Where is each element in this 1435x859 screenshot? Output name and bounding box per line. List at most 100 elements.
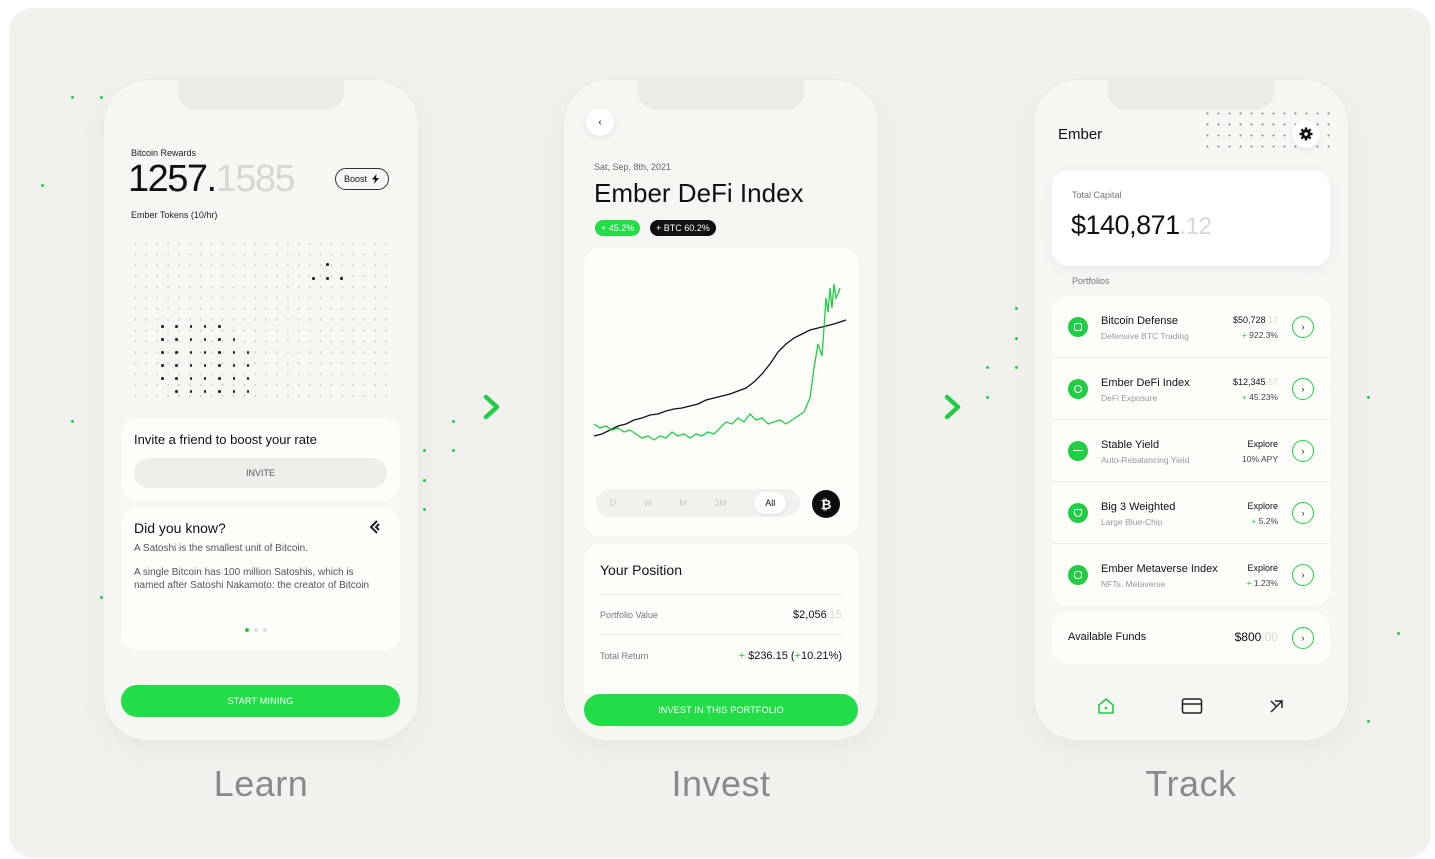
change-value: 10% APY xyxy=(1242,454,1278,464)
grid-dot xyxy=(218,338,221,341)
btc-compare-badge: + BTC 60.2% xyxy=(650,220,716,236)
decor-dot xyxy=(452,449,455,452)
change-value: 5.2% xyxy=(1258,516,1278,526)
decor-dot xyxy=(1015,366,1018,369)
grid-dot xyxy=(175,377,178,380)
pager-dot[interactable] xyxy=(245,628,249,632)
wallet-icon[interactable] xyxy=(1181,697,1203,715)
boost-button[interactable]: Boost xyxy=(335,168,389,190)
decor-dot xyxy=(986,366,989,369)
range-all[interactable]: All xyxy=(754,492,787,514)
trend-arrow-icon[interactable] xyxy=(1268,697,1286,715)
ember-defi-icon xyxy=(1068,379,1088,399)
change-sign: + xyxy=(1251,516,1257,526)
range-d[interactable]: D xyxy=(610,498,617,508)
decor-dot xyxy=(452,420,455,423)
grid-dot xyxy=(218,364,221,367)
big-3-weighted-icon xyxy=(1068,503,1088,523)
grid-dot xyxy=(340,277,343,280)
settings-button[interactable] xyxy=(1292,120,1320,148)
portfolio-row[interactable]: Ember DeFi Index DeFi Exposure $12,345.6… xyxy=(1052,358,1330,420)
dyk-paragraph-2: A single Bitcoin has 100 million Satoshi… xyxy=(134,567,370,591)
portfolio-value-int: $12,345 xyxy=(1232,377,1266,387)
grid-dot xyxy=(161,351,164,354)
grid-dot xyxy=(189,364,193,367)
grid-dot xyxy=(232,338,235,341)
decor-dot xyxy=(423,508,426,511)
decor-dot xyxy=(100,596,103,599)
gear-icon xyxy=(1299,127,1313,141)
grid-dot xyxy=(161,377,164,380)
open-portfolio-button[interactable]: › xyxy=(1292,564,1314,586)
grid-dot xyxy=(175,390,178,393)
open-portfolio-button[interactable]: › xyxy=(1292,316,1314,338)
dyk-paragraph-1: A Satoshi is the smallest unit of Bitcoi… xyxy=(134,543,308,554)
grid-dot xyxy=(218,390,221,393)
portfolio-row[interactable]: Bitcoin Defense Defensive BTC Trading $5… xyxy=(1052,296,1330,358)
available-funds-value: $800.00 xyxy=(1235,630,1278,644)
chevron-right-icon xyxy=(944,394,961,420)
invite-card: Invite a friend to boost your rate INVIT… xyxy=(121,418,400,500)
grid-dot xyxy=(312,277,315,280)
range-m[interactable]: M xyxy=(679,498,687,508)
grid-dot xyxy=(189,390,193,393)
position-title: Your Position xyxy=(600,562,682,578)
rewards-frac: 1585 xyxy=(215,158,296,200)
invite-title: Invite a friend to boost your rate xyxy=(134,432,317,447)
bottom-nav xyxy=(1034,676,1348,736)
total-capital-card: Total Capital $140,871.12 xyxy=(1052,170,1330,266)
index-line xyxy=(593,283,841,441)
portfolio-row[interactable]: Ember Metaverse Index NFTs, Metaverse Ex… xyxy=(1052,544,1330,606)
total-return-row: Total Return + $236.15 (+10.21%) xyxy=(600,634,842,676)
portfolio-name: Bitcoin Defense xyxy=(1101,315,1179,327)
total-capital-frac: .12 xyxy=(1179,213,1212,240)
portfolio-value-int: Explore xyxy=(1247,501,1278,511)
open-portfolio-button[interactable]: › xyxy=(1292,440,1314,462)
back-button[interactable]: ‹ xyxy=(586,108,614,136)
range-3m[interactable]: 3M xyxy=(714,498,727,508)
total-return-label: Total Return xyxy=(600,650,649,661)
invite-button[interactable]: INVITE xyxy=(134,458,387,488)
portfolio-value-frac: .15 xyxy=(826,608,842,621)
range-w[interactable]: W xyxy=(644,498,653,508)
decor-dot xyxy=(1397,632,1400,635)
caption-invest: Invest xyxy=(671,763,771,804)
portfolio-subtitle: Auto-Rebalancing Yield xyxy=(1101,455,1190,465)
your-position-card: Your Position Portfolio Value $2,056.15 … xyxy=(584,544,858,694)
did-you-know-card: Did you know? A Satoshi is the smallest … xyxy=(121,508,400,650)
grid-dot xyxy=(246,390,250,393)
portfolio-subtitle: Large Blue-Chip xyxy=(1101,517,1163,527)
grid-dot xyxy=(232,364,235,367)
range-selector[interactable]: D W M 3M All xyxy=(596,489,800,517)
phone-notch xyxy=(178,80,344,110)
pager-dot[interactable] xyxy=(263,628,267,632)
open-funds-button[interactable]: › xyxy=(1292,627,1314,649)
change-value: 1.23% xyxy=(1253,578,1278,588)
portfolio-name: Ember Metaverse Index xyxy=(1101,563,1218,575)
chevron-right-icon xyxy=(483,394,500,420)
portfolio-row[interactable]: Big 3 Weighted Large Blue-Chip Explore +… xyxy=(1052,482,1330,544)
total-capital-value: $140,871.12 xyxy=(1071,210,1212,241)
available-funds-card[interactable]: Available Funds $800.00 › xyxy=(1052,612,1330,664)
portfolio-value: $50,728.17 xyxy=(1233,315,1278,325)
portfolio-row[interactable]: Stable Yield Auto-Rebalancing Yield Expl… xyxy=(1052,420,1330,482)
grid-dot xyxy=(246,351,250,354)
carousel-pager[interactable] xyxy=(245,628,267,632)
chevron-right-icon: › xyxy=(1301,446,1305,456)
pager-dot[interactable] xyxy=(254,628,258,632)
home-icon[interactable] xyxy=(1096,697,1116,715)
open-portfolio-button[interactable]: › xyxy=(1292,378,1314,400)
portfolio-change: + 1.23% xyxy=(1247,578,1278,588)
grid-dot xyxy=(175,325,178,328)
portfolio-subtitle: NFTs, Metaverse xyxy=(1101,579,1166,589)
open-portfolio-button[interactable]: › xyxy=(1292,502,1314,524)
portfolio-change: 10% APY xyxy=(1242,454,1278,464)
grid-dot xyxy=(218,325,221,328)
portfolio-name: Big 3 Weighted xyxy=(1101,501,1176,513)
start-mining-button[interactable]: START MINING xyxy=(121,685,400,717)
decor-dot xyxy=(1367,396,1370,399)
lightning-icon xyxy=(372,174,379,184)
bitcoin-toggle-icon[interactable]: ₿ xyxy=(812,490,840,518)
phone-learn: Bitcoin Rewards 1257.1585 Boost Ember To… xyxy=(104,80,418,740)
invest-portfolio-button[interactable]: INVEST IN THIS PORTFOLIO xyxy=(584,694,858,726)
